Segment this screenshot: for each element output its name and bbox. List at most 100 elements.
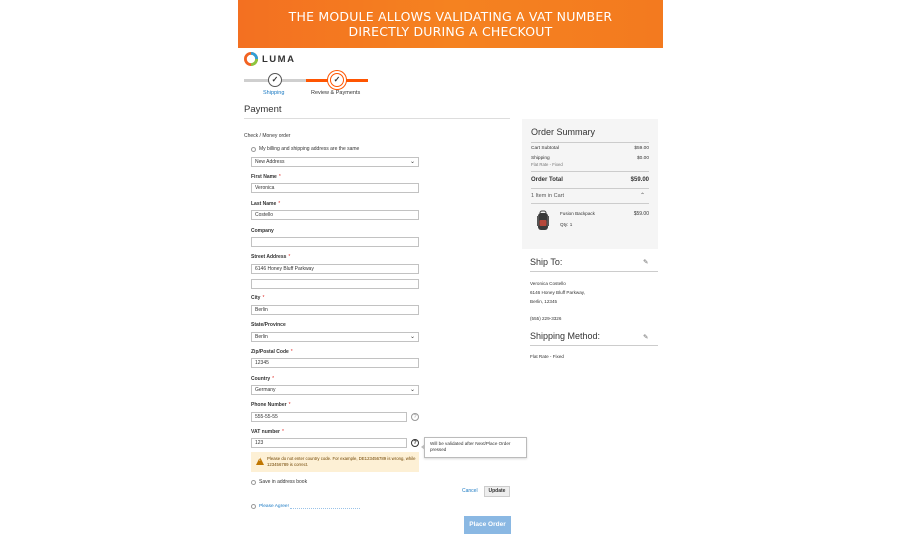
- phone-label-text: Phone Number: [251, 402, 287, 408]
- required-mark: *: [278, 174, 281, 180]
- order-summary-title: Order Summary: [531, 127, 596, 137]
- street-field-2[interactable]: [251, 279, 419, 289]
- summary-divider: [531, 203, 649, 204]
- chevron-up-icon: ⌃: [639, 193, 645, 199]
- summary-divider: [531, 142, 649, 143]
- required-mark: *: [290, 349, 293, 355]
- fusion-backpack-image: [537, 210, 549, 230]
- vat-help-icon[interactable]: ?: [411, 439, 419, 447]
- phone-help-icon[interactable]: ?: [411, 413, 419, 421]
- payment-method-label: Check / Money order: [244, 133, 291, 139]
- required-mark: *: [281, 429, 284, 435]
- edit-shipping-method-pencil-icon[interactable]: ✎: [643, 333, 648, 341]
- last-name-label: Last Name *: [251, 201, 280, 207]
- city-label: City *: [251, 295, 264, 301]
- last-name-label-text: Last Name: [251, 201, 277, 207]
- cart-subtotal-row: Cart Subtotal $59.00: [531, 146, 649, 151]
- place-order-button[interactable]: Place Order: [464, 516, 511, 534]
- logo-text: LUMA: [262, 53, 296, 65]
- save-address-checkbox-icon[interactable]: [251, 479, 256, 485]
- required-mark: *: [288, 254, 291, 260]
- state-label: State/Province: [251, 322, 286, 328]
- step-shipping-check-icon[interactable]: ✓: [268, 73, 282, 87]
- agreement-checkbox-icon[interactable]: [251, 504, 256, 509]
- phone-label: Phone Number *: [251, 402, 291, 408]
- product-qty: Qty: 1: [560, 222, 573, 227]
- chevron-down-icon: ⌄: [409, 387, 415, 393]
- chevron-down-icon: ⌄: [409, 334, 415, 340]
- step-payments-check-icon: ✓: [330, 73, 344, 87]
- order-total-row: Order Total $59.00: [531, 177, 649, 183]
- country-select[interactable]: Germany ⌄: [251, 385, 419, 395]
- zip-field[interactable]: 12345: [251, 358, 419, 368]
- summary-divider: [531, 171, 649, 172]
- last-name-field[interactable]: Costello: [251, 210, 419, 220]
- luma-logo-icon: [244, 52, 258, 66]
- items-in-cart-toggle[interactable]: 1 Item in Cart ⌃: [531, 193, 649, 199]
- order-total-value: $59.00: [630, 177, 649, 183]
- warning-icon: [256, 457, 264, 465]
- vat-label-text: VAT number: [251, 429, 280, 435]
- street-label: Street Address *: [251, 254, 290, 260]
- required-mark: *: [288, 402, 291, 408]
- step-shipping-link[interactable]: Shipping: [263, 90, 284, 96]
- summary-divider: [531, 188, 649, 189]
- agreement-dotted-line: [289, 505, 360, 509]
- vat-tooltip: Will be validated after Next/Place Order…: [421, 437, 527, 458]
- company-field[interactable]: [251, 237, 419, 247]
- vat-field[interactable]: 123: [251, 438, 407, 448]
- items-in-cart-label: 1 Item in Cart: [531, 193, 565, 199]
- cancel-link[interactable]: Cancel: [462, 488, 478, 494]
- product-name: Fusion Backpack: [560, 211, 595, 216]
- state-select-value: Berlin: [255, 334, 268, 340]
- company-label: Company: [251, 228, 274, 234]
- same-address-label: My billing and shipping address are the …: [259, 146, 360, 152]
- ship-to-city: Berlin, 12345: [530, 299, 558, 304]
- save-address-checkbox[interactable]: Save in address book: [251, 479, 307, 485]
- edit-ship-to-pencil-icon[interactable]: ✎: [643, 258, 648, 266]
- ship-to-name: Veronica Costello: [530, 281, 566, 286]
- page-title: Payment: [244, 104, 282, 115]
- country-select-value: Germany: [255, 387, 276, 393]
- same-address-checkbox-icon[interactable]: [251, 146, 256, 152]
- required-mark: *: [278, 201, 281, 207]
- shipping-row: Shipping Flat Rate - Fixed $0.00: [531, 156, 649, 167]
- city-field[interactable]: Berlin: [251, 305, 419, 315]
- update-button[interactable]: Update: [484, 486, 510, 497]
- shipping-method-title: Shipping Method:: [530, 331, 601, 341]
- agreement-checkbox[interactable]: Please Agree!: [251, 504, 360, 509]
- step-payments-label: Review & Payments: [311, 90, 361, 96]
- ship-to-divider: [530, 271, 658, 272]
- order-total-label: Order Total: [531, 177, 563, 183]
- title-divider: [244, 118, 510, 119]
- phone-field[interactable]: 555-55-55: [251, 412, 407, 422]
- vat-warning-text: Please do not enter country code. For ex…: [267, 456, 416, 467]
- shipping-sub: Flat Rate - Fixed: [531, 162, 563, 167]
- luma-logo[interactable]: LUMA: [244, 52, 295, 66]
- street-label-text: Street Address: [251, 254, 287, 260]
- vat-label: VAT number *: [251, 429, 284, 435]
- ship-to-street: 6146 Honey Bluff Parkway,: [530, 290, 585, 295]
- cart-subtotal-label: Cart Subtotal: [531, 146, 559, 151]
- first-name-label-text: First Name: [251, 174, 277, 180]
- shipping-method-value: Flat Rate - Fixed: [530, 354, 564, 359]
- save-address-label: Save in address book: [259, 479, 308, 485]
- billing-address-select[interactable]: New Address ⌄: [251, 157, 419, 167]
- shipping-value: $0.00: [636, 156, 649, 161]
- state-select[interactable]: Berlin ⌄: [251, 332, 419, 342]
- vat-warning-message: Please do not enter country code. For ex…: [251, 452, 419, 472]
- chevron-down-icon: ⌄: [409, 159, 415, 165]
- street-field-1[interactable]: 6146 Honey Bluff Parkway: [251, 264, 419, 274]
- shipping-label: Shipping: [531, 156, 550, 161]
- ship-to-title: Ship To:: [530, 257, 563, 267]
- ship-to-phone: (555) 229-3326: [530, 316, 562, 321]
- first-name-field[interactable]: Veronica: [251, 183, 419, 193]
- banner-line-1: THE MODULE ALLOWS VALIDATING A VAT NUMBE…: [288, 9, 613, 24]
- checkout-progress: ✓ ✓ Shipping Review & Payments: [244, 72, 370, 100]
- same-address-checkbox[interactable]: My billing and shipping address are the …: [251, 146, 359, 152]
- product-price: $59.00: [633, 211, 649, 217]
- shipping-method-divider: [530, 345, 658, 346]
- zip-label-text: Zip/Postal Code: [251, 349, 289, 355]
- ship-to-address: Veronica Costello 6146 Honey Bluff Parkw…: [530, 279, 585, 323]
- agreement-link[interactable]: Please Agree!: [259, 504, 289, 509]
